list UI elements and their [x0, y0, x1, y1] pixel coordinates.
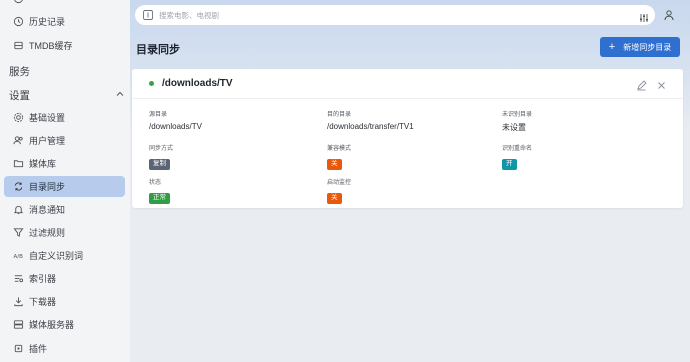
status-label: 状态	[149, 180, 162, 186]
edit-icon[interactable]	[636, 78, 647, 91]
field-status: 状态 正常	[149, 177, 170, 204]
section-settings[interactable]: 设置	[9, 88, 125, 103]
filter-icon	[12, 227, 24, 239]
add-sync-directory-button[interactable]: + 新增同步目录	[600, 37, 680, 57]
sidebar-item-label: 过滤规则	[29, 228, 66, 238]
search-bar[interactable]	[135, 5, 655, 25]
close-icon[interactable]	[656, 78, 667, 89]
field-source: 源目录 /downloads/TV	[149, 109, 202, 131]
plugin-icon	[12, 343, 24, 355]
source-value: /downloads/TV	[149, 122, 202, 131]
sidebar-item-filter-rules[interactable]: 过滤规则	[4, 222, 125, 243]
bell-icon	[12, 204, 24, 216]
text-recognition-icon: A/B	[12, 250, 24, 262]
autostart-badge: 关	[327, 193, 342, 204]
section-settings-label: 设置	[9, 90, 30, 102]
target-value: /downloads/transfer/TV1	[327, 122, 414, 131]
gear-icon	[12, 112, 24, 124]
sync-mode-badge: 复制	[149, 159, 170, 170]
sidebar-item-label: 下载器	[29, 297, 57, 307]
search-icon	[143, 10, 153, 20]
sidebar-item-label: TMDB缓存	[29, 41, 73, 51]
sidebar-item-basic-settings[interactable]: 基础设置	[4, 107, 125, 128]
sync-icon	[12, 181, 24, 193]
sidebar-item-plugins[interactable]: 插件	[4, 338, 125, 359]
status-dot	[149, 81, 154, 86]
sidebar-item-directory-sync[interactable]: 目录同步	[4, 176, 125, 197]
user-icon[interactable]	[663, 8, 675, 21]
field-autostart: 启动监控 关	[327, 177, 351, 204]
sidebar-item-label: 用户管理	[29, 136, 66, 146]
plus-icon: +	[608, 40, 616, 53]
field-sync-mode: 同步方式 复制	[149, 143, 173, 170]
sync-mode-label: 同步方式	[149, 146, 174, 152]
indexer-icon	[12, 273, 24, 285]
filter-settings-icon[interactable]	[639, 10, 649, 22]
source-label: 源目录	[149, 112, 168, 118]
field-compat: 兼容模式 关	[327, 143, 351, 170]
sidebar-item-history[interactable]: 历史记录	[4, 11, 125, 32]
server-icon	[12, 319, 24, 331]
clock-icon	[12, 0, 24, 5]
sync-directory-card: /downloads/TV 源目录 /downloads/TV 目的目录 /do…	[132, 69, 683, 208]
add-sync-directory-label: 新增同步目录	[623, 42, 672, 52]
section-services[interactable]: 服务	[9, 64, 30, 79]
folder-icon	[12, 158, 24, 170]
main-content: 目录同步 + 新增同步目录 /downloads/TV 源目录 /downloa…	[130, 0, 690, 362]
target-label: 目的目录	[327, 112, 352, 118]
users-icon	[12, 135, 24, 147]
rename-label: 识别重命名	[502, 146, 533, 152]
sidebar-item-downloaders[interactable]: 下载器	[4, 291, 125, 312]
sidebar-item-custom-words[interactable]: A/B 自定义识别词	[4, 245, 125, 266]
sidebar-item-label: 插件	[29, 344, 48, 354]
sidebar-item-notifications[interactable]: 消息通知	[4, 199, 125, 220]
sidebar: 历史记录 TMDB缓存 服务 设置 基础设置 用户管理 媒体库 目录同步 消息通…	[0, 0, 130, 362]
database-icon	[12, 40, 24, 52]
divider	[132, 98, 683, 99]
sidebar-item-partial[interactable]	[4, 0, 125, 9]
unrecognized-value: 未设置	[502, 123, 526, 132]
compat-badge: 关	[327, 159, 342, 170]
status-badge: 正常	[149, 193, 170, 204]
sidebar-item-label: 历史记录	[29, 17, 66, 27]
sidebar-item-label: 基础设置	[29, 113, 66, 123]
sidebar-item-user-management[interactable]: 用户管理	[4, 130, 125, 151]
field-unrecognized: 未识别目录 未设置	[502, 109, 532, 133]
sidebar-item-label: 媒体库	[29, 159, 57, 169]
sidebar-item-media-library[interactable]: 媒体库	[4, 153, 125, 174]
sidebar-item-label: 消息通知	[29, 205, 66, 215]
sidebar-item-label: 索引器	[29, 274, 57, 284]
history-icon	[12, 16, 24, 28]
svg-text:A/B: A/B	[13, 254, 23, 260]
search-input[interactable]	[159, 10, 629, 20]
autostart-label: 启动监控	[327, 180, 352, 186]
field-rename: 识别重命名 开	[502, 143, 532, 170]
sidebar-item-tmdb-cache[interactable]: TMDB缓存	[4, 35, 125, 56]
sidebar-item-label: 媒体服务器	[29, 320, 75, 330]
sidebar-item-media-servers[interactable]: 媒体服务器	[4, 314, 125, 335]
compat-label: 兼容模式	[327, 146, 352, 152]
field-target: 目的目录 /downloads/transfer/TV1	[327, 109, 414, 131]
card-title: /downloads/TV	[162, 78, 233, 89]
sidebar-item-label: 自定义识别词	[29, 251, 84, 261]
unrecognized-label: 未识别目录	[502, 112, 533, 118]
sidebar-item-label: 目录同步	[29, 182, 66, 192]
page-title: 目录同步	[136, 44, 180, 56]
rename-badge: 开	[502, 159, 517, 170]
chevron-up-icon	[115, 89, 125, 102]
download-icon	[12, 296, 24, 308]
sidebar-item-indexers[interactable]: 索引器	[4, 268, 125, 289]
